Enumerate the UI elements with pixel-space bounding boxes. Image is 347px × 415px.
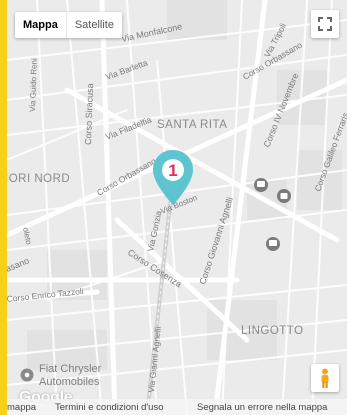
map-type-control: Mappa Satellite bbox=[15, 12, 122, 38]
map-type-satellite-button[interactable]: Satellite bbox=[67, 12, 122, 38]
map-tiles[interactable]: SANTA RITA IORI NORD LINGOTTO Via Monfal… bbox=[7, 0, 347, 415]
poi-label-fiat-line1: Fiat Chrysler bbox=[39, 363, 102, 375]
fullscreen-button[interactable] bbox=[311, 10, 339, 38]
poi-label-fiat-line2: Automobiles bbox=[39, 376, 100, 388]
marker-number: 1 bbox=[168, 161, 177, 180]
attribution-bar: mappa Termini e condizioni d'uso Segnala… bbox=[7, 399, 347, 415]
fullscreen-icon bbox=[318, 17, 332, 31]
bus-icon[interactable] bbox=[254, 178, 268, 192]
map-canvas[interactable]: SANTA RITA IORI NORD LINGOTTO Via Monfal… bbox=[7, 0, 347, 415]
pegman-icon bbox=[321, 368, 329, 388]
map-type-map-button[interactable]: Mappa bbox=[15, 12, 66, 38]
street-label-guido-reni: Via Guido Reni bbox=[28, 58, 39, 112]
area-label-santa-rita: SANTA RITA bbox=[157, 119, 227, 131]
area-label-lingotto: LINGOTTO bbox=[241, 325, 304, 337]
place-pin-icon[interactable] bbox=[20, 368, 34, 382]
bus-icon-2[interactable] bbox=[266, 237, 280, 251]
shopping-bag-icon[interactable] bbox=[277, 189, 291, 203]
area-label-nord: IORI NORD bbox=[7, 173, 70, 185]
terms-link[interactable]: Termini e condizioni d'uso bbox=[55, 402, 163, 413]
map-data-label: mappa bbox=[7, 401, 37, 413]
street-view-button[interactable] bbox=[311, 364, 339, 392]
accent-bar bbox=[0, 0, 7, 415]
map-widget: SANTA RITA IORI NORD LINGOTTO Via Monfal… bbox=[0, 0, 347, 415]
report-error-link[interactable]: Segnala un errore nella mappa bbox=[197, 402, 327, 413]
